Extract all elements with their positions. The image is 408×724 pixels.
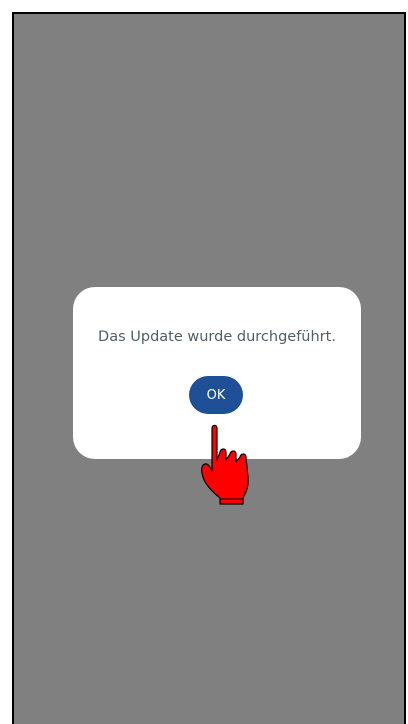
ok-button[interactable]: OK: [189, 376, 243, 414]
modal-overlay: Das Update wurde durchgeführt. OK: [12, 12, 406, 724]
pointing-hand-icon: [201, 424, 249, 505]
dialog-message: Das Update wurde durchgeführt.: [98, 329, 336, 345]
